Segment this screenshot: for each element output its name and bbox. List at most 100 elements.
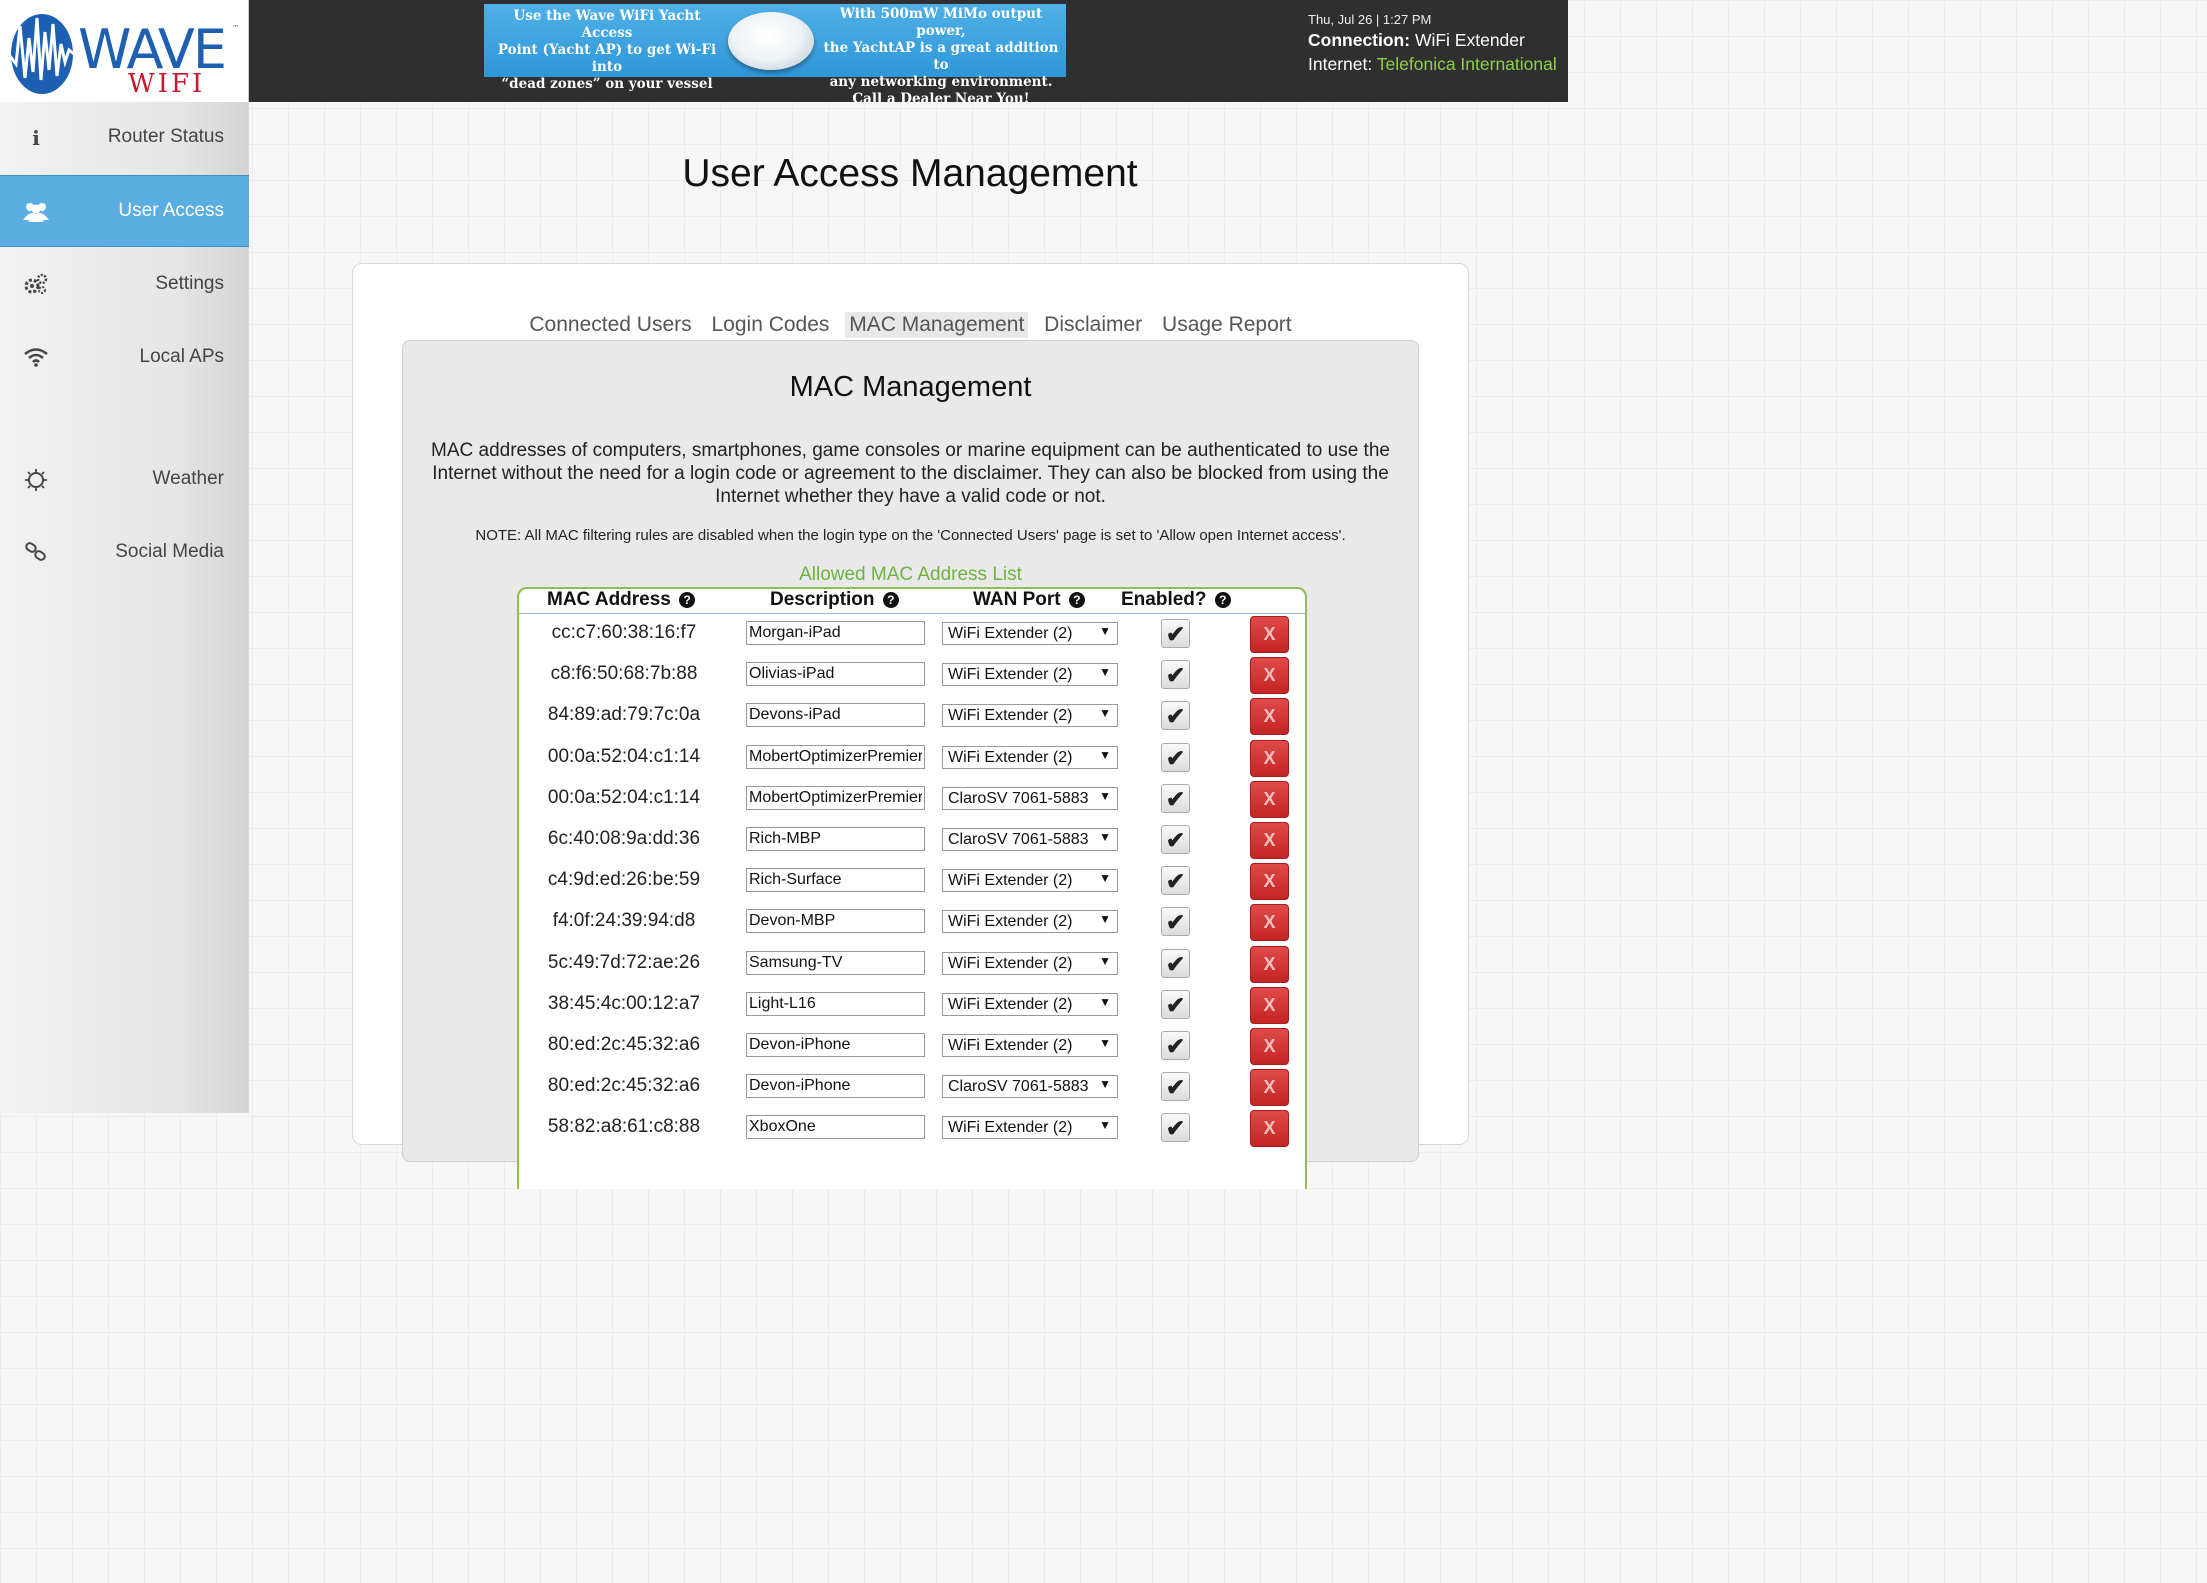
users-icon (22, 200, 50, 224)
delete-button[interactable]: X (1250, 1110, 1289, 1148)
column-header-mac: MAC Address ? (547, 589, 696, 611)
enabled-checkbox[interactable]: ✔ (1161, 1031, 1190, 1060)
connection-status: Thu, Jul 26 | 1:27 PM Connection: WiFi E… (1308, 12, 1557, 75)
internet-value: Telefonica International (1376, 54, 1557, 74)
enabled-checkbox[interactable]: ✔ (1161, 948, 1190, 978)
wan-port-select[interactable]: WiFi Extender (2) ▼ (942, 869, 1118, 893)
description-input[interactable] (746, 1033, 925, 1057)
allowed-mac-list: MAC Address ? Description ? WAN Port ? E… (517, 587, 1307, 1189)
enabled-checkbox[interactable]: ✔ (1161, 660, 1190, 690)
delete-button[interactable]: X (1250, 616, 1289, 653)
wan-port-select[interactable]: ClaroSV 7061-5883 ▼ (942, 1075, 1118, 1099)
description-input[interactable] (746, 662, 925, 687)
enabled-checkbox[interactable]: ✔ (1161, 907, 1190, 937)
enabled-checkbox[interactable]: ✔ (1161, 783, 1190, 813)
enabled-checkbox[interactable]: ✔ (1161, 701, 1190, 731)
sidebar-item-weather[interactable]: Weather (0, 444, 249, 516)
delete-button[interactable]: X (1250, 904, 1289, 942)
delete-button[interactable]: X (1250, 863, 1289, 901)
wan-port-select[interactable]: WiFi Extender (2) ▼ (942, 1034, 1118, 1057)
description-input[interactable] (746, 1074, 925, 1099)
help-icon[interactable]: ? (679, 592, 696, 608)
table-row: f4:0f:24:39:94:d8 WiFi Extender (2) ▼ ✔ X (519, 902, 1305, 943)
description-input[interactable] (746, 744, 925, 769)
tab-connected-users[interactable]: Connected Users (525, 312, 695, 338)
svg-text:WIFI: WIFI (128, 69, 205, 96)
sun-icon (22, 468, 50, 492)
tab-disclaimer[interactable]: Disclaimer (1040, 312, 1146, 338)
dropdown-arrow-icon: ▼ (1099, 1036, 1111, 1050)
sidebar-item-settings[interactable]: Settings (0, 249, 249, 321)
sidebar-item-label: Social Media (115, 541, 224, 562)
delete-button[interactable]: X (1250, 1028, 1289, 1065)
description-input[interactable] (746, 868, 925, 893)
description-input[interactable] (746, 909, 925, 934)
description-input[interactable] (746, 703, 925, 728)
delete-button[interactable]: X (1250, 1069, 1289, 1107)
wan-port-select[interactable]: WiFi Extender (2) ▼ (942, 910, 1118, 934)
description-input[interactable] (746, 991, 925, 1016)
sidebar-item-user-access[interactable]: User Access (0, 175, 249, 247)
column-label: Description (770, 589, 875, 610)
sidebar-item-label: Local APs (139, 346, 225, 367)
table-row: 84:89:ad:79:7c:0a WiFi Extender (2) ▼ ✔ X (519, 696, 1305, 737)
help-icon[interactable]: ? (1214, 592, 1231, 608)
mac-address: 00:0a:52:04:c1:14 (547, 786, 701, 808)
wan-port-select[interactable]: WiFi Extender (2) ▼ (942, 745, 1118, 769)
mac-address: 84:89:ad:79:7c:0a (547, 704, 701, 726)
description-input[interactable] (746, 827, 925, 851)
delete-button[interactable]: X (1250, 739, 1289, 777)
wan-port-value: WiFi Extender (2) (948, 913, 1073, 931)
wave-wifi-logo[interactable]: WAVE WIFI ™ (0, 0, 249, 102)
description-input[interactable] (746, 1115, 925, 1140)
description-input[interactable] (746, 621, 925, 645)
wan-port-select[interactable]: WiFi Extender (2) ▼ (942, 951, 1118, 975)
yacht-ap-ad-banner[interactable]: Use the Wave WiFi Yacht Access Point (Ya… (484, 4, 1066, 107)
enabled-checkbox[interactable]: ✔ (1161, 1113, 1190, 1143)
mac-address: 58:82:a8:61:c8:88 (547, 1116, 701, 1138)
delete-button[interactable]: X (1250, 945, 1289, 983)
delete-button[interactable]: X (1250, 780, 1289, 818)
connection-line: Connection: WiFi Extender (1308, 30, 1557, 51)
enabled-checkbox[interactable]: ✔ (1161, 825, 1190, 854)
sidebar-item-label: User Access (118, 200, 224, 221)
help-icon[interactable]: ? (882, 592, 899, 608)
sidebar-item-social-media[interactable]: Social Media (0, 517, 249, 589)
description-input[interactable] (746, 785, 925, 810)
wan-port-select[interactable]: WiFi Extender (2) ▼ (942, 663, 1118, 687)
wan-port-select[interactable]: ClaroSV 7061-5883 ▼ (942, 786, 1118, 810)
table-row: c8:f6:50:68:7b:88 WiFi Extender (2) ▼ ✔ X (519, 655, 1305, 696)
enabled-checkbox[interactable]: ✔ (1161, 1072, 1190, 1102)
tab-usage-report[interactable]: Usage Report (1158, 312, 1296, 338)
wan-port-value: WiFi Extender (2) (948, 748, 1073, 766)
mac-address: cc:c7:60:38:16:f7 (551, 622, 697, 643)
delete-button[interactable]: X (1250, 822, 1289, 859)
tab-login-codes[interactable]: Login Codes (707, 312, 833, 338)
wan-port-value: WiFi Extender (2) (948, 707, 1073, 725)
wan-port-select[interactable]: WiFi Extender (2) ▼ (942, 992, 1118, 1016)
enabled-checkbox[interactable]: ✔ (1161, 742, 1190, 772)
tab-bar: Connected Users Login Codes MAC Manageme… (353, 312, 1468, 338)
delete-button[interactable]: X (1250, 657, 1289, 695)
sidebar-item-router-status[interactable]: i Router Status (0, 102, 249, 174)
tab-mac-management[interactable]: MAC Management (845, 312, 1029, 338)
description-input[interactable] (746, 950, 925, 975)
wan-port-select[interactable]: ClaroSV 7061-5883 ▼ (942, 828, 1118, 851)
wan-port-select[interactable]: WiFi Extender (2) ▼ (942, 704, 1118, 728)
wan-port-select[interactable]: WiFi Extender (2) ▼ (942, 1116, 1118, 1140)
enabled-checkbox[interactable]: ✔ (1161, 866, 1190, 896)
help-icon[interactable]: ? (1068, 592, 1085, 608)
enabled-checkbox[interactable]: ✔ (1161, 619, 1190, 648)
mac-address: c4:9d:ed:26:be:59 (547, 869, 701, 891)
mac-address: 6c:40:08:9a:dd:36 (547, 828, 701, 849)
gears-icon (22, 273, 50, 297)
page-title: User Access Management (682, 152, 1138, 195)
enabled-checkbox[interactable]: ✔ (1161, 989, 1190, 1019)
delete-button[interactable]: X (1250, 986, 1289, 1024)
ad-right-text: With 500mW MiMo output power, the YachtA… (823, 6, 1059, 107)
wan-port-select[interactable]: WiFi Extender (2) ▼ (942, 622, 1118, 645)
sidebar-item-local-aps[interactable]: Local APs (0, 322, 249, 394)
delete-button[interactable]: X (1250, 698, 1289, 736)
link-icon (22, 541, 50, 565)
dropdown-arrow-icon: ▼ (1099, 788, 1111, 803)
